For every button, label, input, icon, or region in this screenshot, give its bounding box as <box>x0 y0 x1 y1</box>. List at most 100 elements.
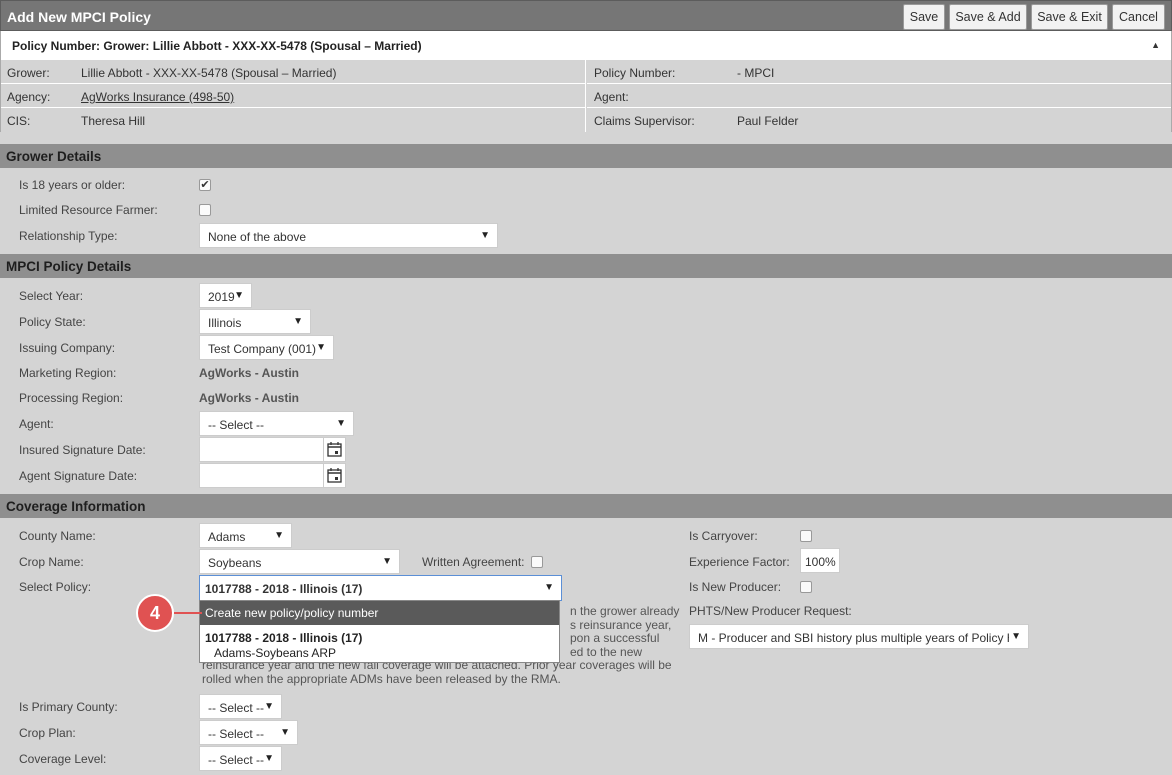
experience-factor-label: Experience Factor: <box>689 555 790 569</box>
state-label: Policy State: <box>19 315 86 329</box>
agent-select[interactable]: -- Select -- ▼ <box>199 411 354 436</box>
insured-sig-label: Insured Signature Date: <box>19 443 146 457</box>
company-value: Test Company (001) <box>208 342 317 356</box>
age-checkbox[interactable]: ✔ <box>199 179 211 191</box>
primary-county-select[interactable]: -- Select -- ▼ <box>199 694 282 719</box>
crop-plan-label: Crop Plan: <box>19 726 76 740</box>
phts-label: PHTS/New Producer Request: <box>689 604 852 618</box>
save-and-add-button[interactable]: Save & Add <box>949 4 1027 30</box>
processing-value: AgWorks - Austin <box>199 391 300 405</box>
cis-value: Theresa Hill <box>81 114 146 128</box>
info-row-agent: Agent: <box>587 84 1171 108</box>
collapse-caret-icon[interactable]: ▲ <box>1151 40 1160 50</box>
phts-select[interactable]: M - Producer and SBI history plus multip… <box>689 624 1029 649</box>
crop-plan-select[interactable]: -- Select -- ▼ <box>199 720 298 745</box>
new-producer-checkbox[interactable] <box>800 581 812 593</box>
new-producer-label: Is New Producer: <box>689 580 782 594</box>
relationship-value: None of the above <box>208 230 307 244</box>
year-select[interactable]: 2019 ▼ <box>199 283 252 308</box>
policy-option[interactable]: 1017788 - 2018 - Illinois (17) Adams-Soy… <box>200 625 559 660</box>
grower-label: Grower: <box>7 66 50 80</box>
save-and-exit-button[interactable]: Save & Exit <box>1031 4 1108 30</box>
primary-county-label: Is Primary County: <box>19 700 118 714</box>
note-line: rolled when the appropriate ADMs have be… <box>202 671 561 686</box>
info-row-cis: CIS: Theresa Hill <box>1 108 586 132</box>
crop-label: Crop Name: <box>19 555 84 569</box>
info-row-policy-number: Policy Number: - MPCI <box>587 60 1171 84</box>
chevron-down-icon: ▼ <box>382 556 392 567</box>
grower-details-title: Grower Details <box>6 149 102 164</box>
processing-label: Processing Region: <box>19 391 124 405</box>
policy-summary-text: Policy Number: Grower: Lillie Abbott - X… <box>12 39 422 53</box>
agent-signature-date-input[interactable] <box>199 463 324 488</box>
calendar-icon[interactable] <box>323 463 346 488</box>
policy-number-value: - MPCI <box>737 66 775 80</box>
mpci-details-header: MPCI Policy Details <box>0 254 1172 278</box>
policy-info-panel: Grower: Lillie Abbott - XXX-XX-5478 (Spo… <box>0 60 1172 132</box>
chevron-down-icon: ▼ <box>316 342 326 353</box>
experience-factor-input[interactable]: 100% <box>800 548 840 573</box>
written-agreement-checkbox[interactable] <box>531 556 543 568</box>
info-row-claims-supervisor: Claims Supervisor: Paul Felder <box>587 108 1171 132</box>
state-select[interactable]: Illinois ▼ <box>199 309 311 334</box>
chevron-down-icon: ▼ <box>234 290 244 301</box>
lrf-checkbox[interactable] <box>199 204 211 216</box>
coverage-title: Coverage Information <box>6 499 146 514</box>
county-label: County Name: <box>19 529 96 543</box>
policy-number-label: Policy Number: <box>594 66 676 80</box>
grower-details-header: Grower Details <box>0 144 1172 168</box>
policy-option-title: 1017788 - 2018 - Illinois (17) <box>205 631 363 645</box>
county-select[interactable]: Adams ▼ <box>199 523 292 548</box>
agency-link[interactable]: AgWorks Insurance (498-50) <box>81 90 234 104</box>
info-row-agency: Agency: AgWorks Insurance (498-50) <box>1 84 586 108</box>
crop-plan-value: -- Select -- <box>208 727 265 741</box>
grower-value: Lillie Abbott - XXX-XX-5478 (Spousal – M… <box>81 66 337 80</box>
cis-label: CIS: <box>7 114 31 128</box>
save-button[interactable]: Save <box>903 4 945 30</box>
relationship-select[interactable]: None of the above ▼ <box>199 223 498 248</box>
coverage-header: Coverage Information <box>0 494 1172 518</box>
year-label: Select Year: <box>19 289 84 303</box>
county-value: Adams <box>208 530 246 544</box>
agent-sig-label: Agent Signature Date: <box>19 469 138 483</box>
policy-summary-bar[interactable]: Policy Number: Grower: Lillie Abbott - X… <box>0 31 1172 60</box>
calendar-icon[interactable] <box>323 437 346 462</box>
claims-supervisor-value: Paul Felder <box>737 114 799 128</box>
coverage-level-select[interactable]: -- Select -- ▼ <box>199 746 282 771</box>
create-new-policy-option[interactable]: Create new policy/policy number <box>200 601 559 625</box>
policy-dropdown-list: Create new policy/policy number 1017788 … <box>199 600 560 663</box>
claims-supervisor-label: Claims Supervisor: <box>594 114 695 128</box>
info-row-grower: Grower: Lillie Abbott - XXX-XX-5478 (Spo… <box>1 60 586 84</box>
chevron-down-icon: ▼ <box>274 530 284 541</box>
coverage-level-value: -- Select -- <box>208 753 265 767</box>
step-pointer-line <box>174 612 202 614</box>
cancel-button[interactable]: Cancel <box>1112 4 1165 30</box>
carryover-checkbox[interactable] <box>800 530 812 542</box>
marketing-label: Marketing Region: <box>19 366 117 380</box>
chevron-down-icon: ▼ <box>544 582 554 593</box>
chevron-down-icon: ▼ <box>336 418 346 429</box>
policy-value: 1017788 - 2018 - Illinois (17) <box>205 582 363 596</box>
agent-label: Agent: <box>19 417 54 431</box>
window-titlebar: Add New MPCI Policy Save Save & Add Save… <box>0 0 1172 31</box>
mpci-details-title: MPCI Policy Details <box>6 259 132 274</box>
chevron-down-icon: ▼ <box>264 753 274 764</box>
chevron-down-icon: ▼ <box>280 727 290 738</box>
crop-value: Soybeans <box>208 556 262 570</box>
agent-info-label: Agent: <box>594 90 629 104</box>
agency-label: Agency: <box>7 90 51 104</box>
carryover-label: Is Carryover: <box>689 529 758 543</box>
insured-signature-date-input[interactable] <box>199 437 324 462</box>
chevron-down-icon: ▼ <box>480 230 490 241</box>
policy-select[interactable]: 1017788 - 2018 - Illinois (17) ▼ <box>199 575 562 601</box>
step-badge: 4 <box>136 594 174 632</box>
company-label: Issuing Company: <box>19 341 116 355</box>
crop-select[interactable]: Soybeans ▼ <box>199 549 400 574</box>
coverage-level-label: Coverage Level: <box>19 752 107 766</box>
written-agreement-label: Written Agreement: <box>422 555 525 569</box>
chevron-down-icon: ▼ <box>1009 631 1021 642</box>
chevron-down-icon: ▼ <box>293 316 303 327</box>
company-select[interactable]: Test Company (001) ▼ <box>199 335 334 360</box>
state-value: Illinois <box>208 316 242 330</box>
relationship-label: Relationship Type: <box>19 229 118 243</box>
